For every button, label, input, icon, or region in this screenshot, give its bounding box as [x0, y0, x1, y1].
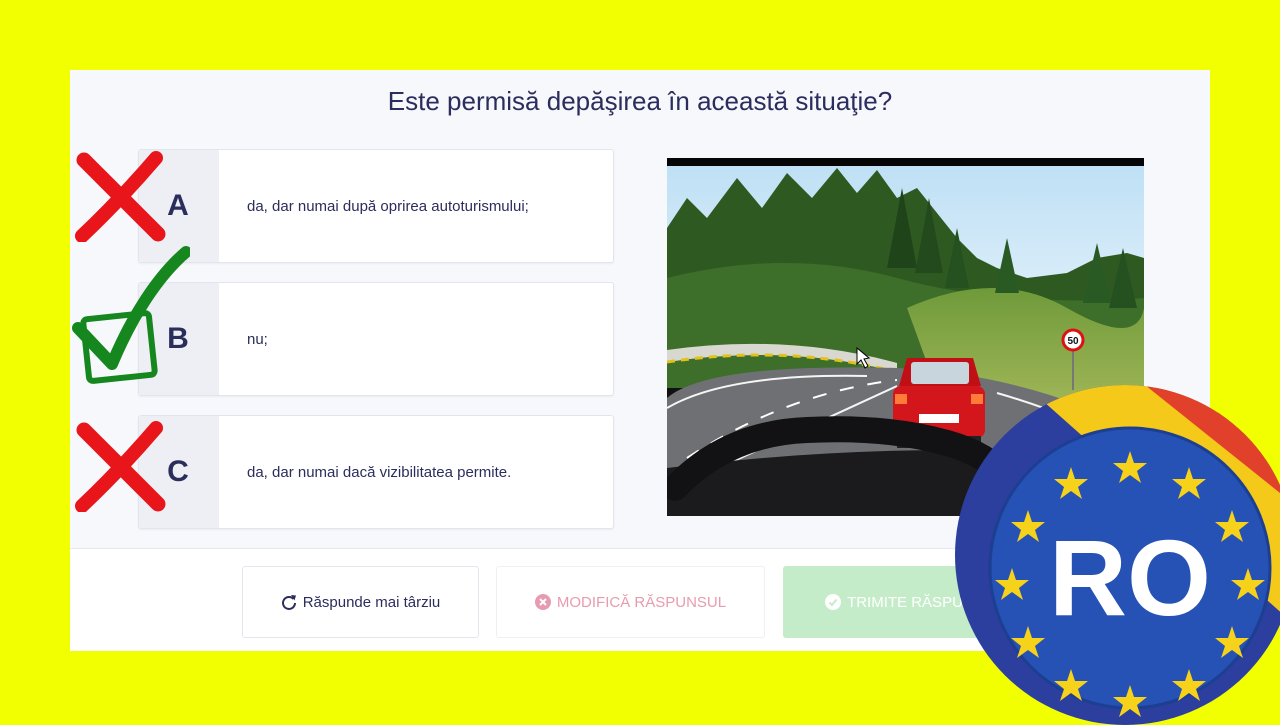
- answer-letter: A: [167, 189, 189, 222]
- wrong-x-icon-a: [75, 151, 166, 242]
- answer-text: nu;: [247, 330, 268, 348]
- answer-later-button[interactable]: Răspunde mai târziu: [242, 566, 479, 638]
- wrong-x-icon-c: [75, 421, 166, 512]
- check-circle-icon: [825, 594, 842, 610]
- answer-text: da, dar numai după oprirea autoturismulu…: [247, 197, 529, 215]
- answer-text: da, dar numai dacă vizibilitatea permite…: [247, 463, 512, 481]
- modify-answer-button[interactable]: MODIFICĂ RĂSPUNSUL: [496, 566, 765, 638]
- correct-check-icon-b: [72, 246, 190, 384]
- modify-answer-label: MODIFICĂ RĂSPUNSUL: [556, 593, 727, 611]
- answer-later-label: Răspunde mai târziu: [302, 593, 441, 611]
- answer-letter: C: [167, 455, 189, 488]
- question-title: Este permisă depăşirea în această situaţ…: [387, 86, 893, 116]
- romania-eu-badge: RO: [955, 385, 1280, 725]
- answer-option-a[interactable]: A da, dar numai după oprirea autoturismu…: [138, 149, 614, 263]
- badge-label: RO: [1049, 517, 1211, 638]
- answer-option-c[interactable]: C da, dar numai dacă vizibilitatea permi…: [138, 415, 614, 529]
- speed-limit-value: 50: [1067, 336, 1079, 347]
- answer-option-b[interactable]: B nu;: [138, 282, 614, 396]
- refresh-icon: [281, 594, 297, 610]
- x-circle-icon: [534, 594, 551, 610]
